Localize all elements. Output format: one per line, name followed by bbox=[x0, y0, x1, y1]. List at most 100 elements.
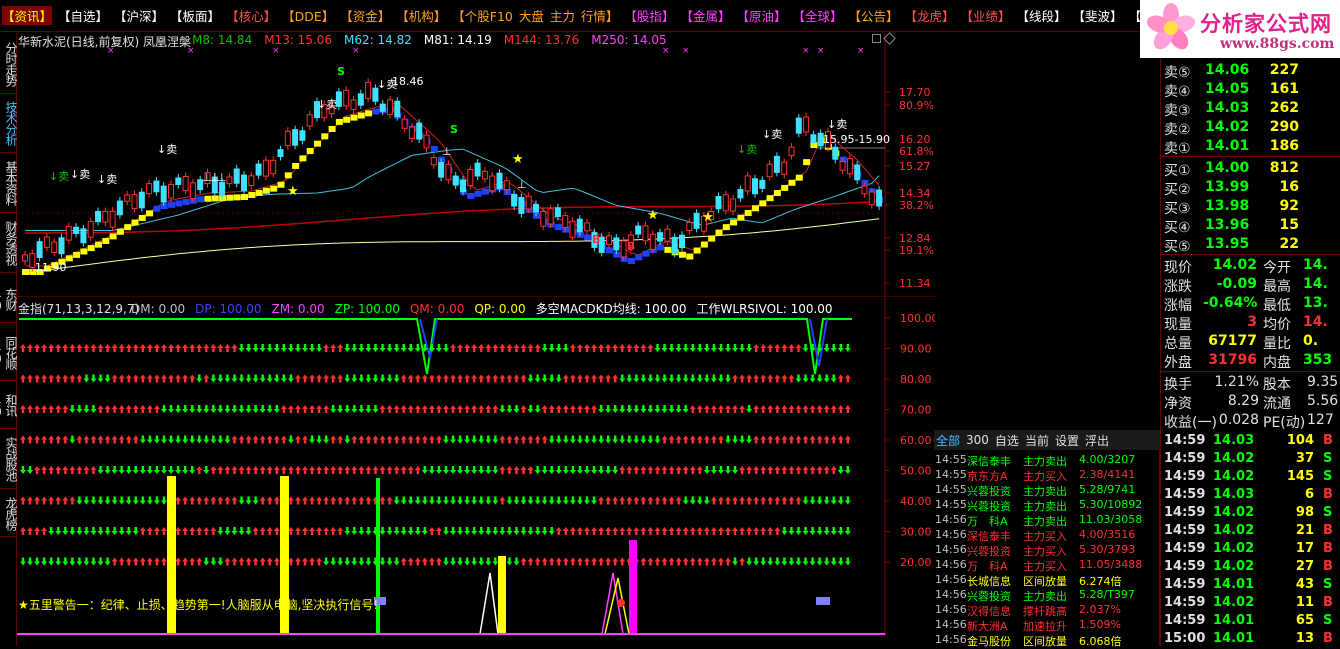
alert-row[interactable]: 14:56 长城信息 区间放量 6.274倍 bbox=[934, 573, 1160, 588]
menu-item[interactable]: 【沪深】 bbox=[114, 6, 164, 25]
alert-row[interactable]: 14:55 兴蓉投资 主力卖出 5.28/9741 bbox=[934, 483, 1160, 498]
trade-price: 14.02 bbox=[1213, 541, 1255, 556]
alert-row[interactable]: 14:56 兴蓉投资 主力买入 5.30/3793 bbox=[934, 543, 1160, 558]
menu-item[interactable]: 【自选】 bbox=[58, 6, 108, 25]
ask-price: 14.05 bbox=[1205, 81, 1250, 97]
ask-level-label: 卖③ bbox=[1164, 103, 1191, 119]
top-x-mark: × bbox=[682, 46, 690, 56]
trade-volume: 37 bbox=[1295, 451, 1314, 466]
top-x-mark: × bbox=[352, 46, 360, 56]
left-tab[interactable]: 分时走势 bbox=[0, 36, 18, 92]
stat-value: 353 bbox=[1303, 352, 1333, 368]
trend-band-block bbox=[357, 112, 365, 119]
candle bbox=[481, 170, 488, 180]
stat-value: 31796 bbox=[1208, 352, 1257, 368]
alert-tab[interactable]: 全部 bbox=[936, 432, 960, 449]
fund-label: 净资 bbox=[1164, 396, 1192, 412]
left-tab[interactable]: 实战股池 bbox=[0, 431, 18, 487]
candle bbox=[146, 183, 153, 195]
left-tab[interactable]: 同花顺10 bbox=[0, 325, 18, 379]
alert-row[interactable]: 14:56 金马股份 区间放量 6.068倍 bbox=[934, 633, 1160, 648]
menu-item[interactable]: 【股指】 bbox=[624, 6, 674, 25]
menu-item[interactable]: 行情】 bbox=[581, 6, 619, 25]
alert-stock: 兴蓉投资 bbox=[967, 485, 1011, 498]
menu-item[interactable]: 【龙虎】 bbox=[905, 6, 955, 25]
stat-value: 3 bbox=[1247, 314, 1257, 330]
trade-row: 15:00 14.01 13 B bbox=[1161, 631, 1340, 649]
bid-volume: 16 bbox=[1279, 179, 1299, 195]
alert-row[interactable]: 14:56 汉得信息 撑杆跳高 2.037% bbox=[934, 603, 1160, 618]
alert-value: 11.03/3058 bbox=[1079, 513, 1143, 526]
fund-value: 1.21% bbox=[1214, 374, 1259, 390]
alert-row[interactable]: 14:55 深信泰丰 主力卖出 4.00/3207 bbox=[934, 453, 1160, 468]
alert-tab[interactable]: 浮出 bbox=[1085, 432, 1109, 449]
alert-row[interactable]: 14:55 京东方A 主力买入 2.38/4141 bbox=[934, 468, 1160, 483]
high-label: 18.46 bbox=[392, 75, 424, 88]
flower-logo-icon bbox=[1146, 3, 1196, 50]
menu-item[interactable]: 【业绩】 bbox=[961, 6, 1011, 25]
top-x-mark: × bbox=[802, 46, 810, 56]
left-tab[interactable]: 和讯10 bbox=[0, 383, 18, 427]
menu-item[interactable]: 【金属】 bbox=[680, 6, 730, 25]
indicator-chart[interactable]: 100.00 90.00 80.00 70.00 60.00 50.00 40.00 30.0… bbox=[17, 298, 935, 637]
bid-level-label: 买① bbox=[1164, 163, 1191, 179]
ask-level-label: 卖① bbox=[1164, 141, 1191, 157]
sell-marker-green: ↓卖 bbox=[737, 143, 757, 156]
alert-stock: 汉得信息 bbox=[967, 605, 1011, 618]
alert-row[interactable]: 14:56 新大洲A 加速拉升 1.509% bbox=[934, 618, 1160, 633]
alert-row[interactable]: 14:56 万 科A 主力买入 11.05/3488 bbox=[934, 558, 1160, 573]
alert-row[interactable]: 14:55 兴蓉投资 主力卖出 5.30/10892 bbox=[934, 498, 1160, 513]
menu-item[interactable]: 【公告】 bbox=[848, 6, 898, 25]
tab-divider bbox=[0, 536, 17, 537]
star-marker: ★ bbox=[512, 152, 524, 167]
left-tab[interactable]: 技术分析 bbox=[0, 95, 18, 151]
menu-item[interactable]: 【全球】 bbox=[792, 6, 842, 25]
menu-item[interactable]: 【个股F10 bbox=[452, 6, 513, 25]
alert-tab[interactable]: 设置 bbox=[1055, 432, 1079, 449]
menu-item[interactable]: 【原油】 bbox=[736, 6, 786, 25]
indicator-axis-label: 20.00 bbox=[900, 556, 932, 569]
bid-row: 买⑤ 13.95 22 bbox=[1161, 236, 1340, 255]
left-tab[interactable]: 龙虎榜 bbox=[0, 491, 18, 535]
menu-item[interactable]: 主力 bbox=[550, 6, 575, 25]
price-chart[interactable]: 17.7080.9%16.2061.8%15.2714.3438.2%12.84… bbox=[17, 33, 935, 297]
candle bbox=[87, 220, 94, 238]
trend-band-block bbox=[197, 196, 205, 203]
alert-value: 4.00/3207 bbox=[1079, 453, 1136, 466]
menu-item[interactable]: 【资金】 bbox=[340, 6, 390, 25]
fund-value: 8.29 bbox=[1227, 393, 1259, 409]
alert-tab[interactable]: 300 bbox=[966, 433, 989, 447]
candle bbox=[430, 157, 437, 166]
alert-row[interactable]: 14:56 兴蓉投资 主力卖出 5.28/T397 bbox=[934, 588, 1160, 603]
menu-item[interactable]: 【斐波】 bbox=[1073, 6, 1123, 25]
trend-band-block bbox=[759, 200, 767, 207]
alert-row[interactable]: 14:56 深信泰丰 主力买入 4.00/3516 bbox=[934, 528, 1160, 543]
alert-value: 5.30/10892 bbox=[1079, 498, 1143, 511]
menu-item[interactable]: 【文字】 bbox=[1129, 6, 1140, 25]
menu-item[interactable]: 【机构】 bbox=[396, 6, 446, 25]
menu-item[interactable]: 【DDE】 bbox=[282, 6, 334, 25]
menu-item[interactable]: 大盘 bbox=[519, 6, 544, 25]
candle bbox=[131, 193, 138, 210]
alert-tab[interactable]: 自选 bbox=[995, 432, 1019, 449]
candle bbox=[686, 221, 693, 231]
stat-value: 14.02 bbox=[1212, 257, 1257, 273]
left-tab[interactable]: 财务透视 bbox=[0, 215, 18, 271]
ask-level-label: 卖⑤ bbox=[1164, 65, 1191, 81]
menu-item[interactable]: 【资讯】 bbox=[2, 6, 53, 25]
candle bbox=[284, 130, 291, 147]
left-tab[interactable]: 东财10 bbox=[0, 277, 18, 321]
alert-value: 5.28/9741 bbox=[1079, 483, 1136, 496]
menu-item[interactable]: 【核心】 bbox=[226, 6, 276, 25]
alert-type: 主力卖出 bbox=[1023, 455, 1067, 468]
menu-item[interactable]: 【线段】 bbox=[1017, 6, 1067, 25]
ask-volume: 227 bbox=[1269, 62, 1299, 78]
ask-row: 卖⑤ 14.06 227 bbox=[1161, 62, 1340, 81]
alert-value: 6.068倍 bbox=[1079, 635, 1122, 648]
diamond-marker bbox=[816, 597, 830, 605]
left-tab[interactable]: 基本资料 bbox=[0, 155, 18, 211]
alert-row[interactable]: 14:56 万 科A 主力卖出 11.03/3058 bbox=[934, 513, 1160, 528]
chart-settings-icon[interactable] bbox=[872, 34, 881, 43]
menu-item[interactable]: 【板面】 bbox=[170, 6, 220, 25]
alert-tab[interactable]: 当前 bbox=[1025, 432, 1049, 449]
